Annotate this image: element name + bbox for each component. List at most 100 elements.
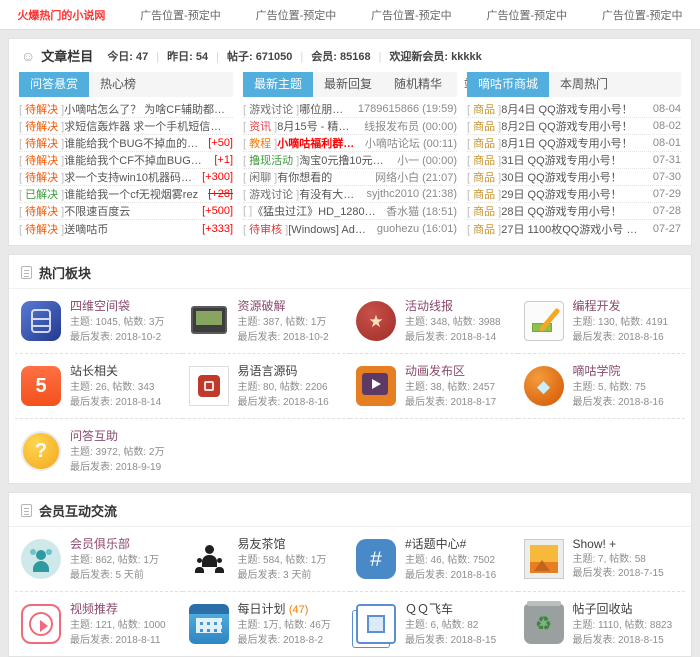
shop-item-title[interactable]: 29日 QQ游戏专用小号！ (501, 186, 645, 202)
forum-last-post[interactable]: 最后发表: 2018-8-14 (70, 396, 161, 411)
forum-title[interactable]: 易语言源码 (238, 362, 329, 379)
forum-block[interactable]: ＱＱ飞车 主题: 6, 帖数: 82 最后发表: 2018-8-15 (350, 592, 518, 656)
list-item[interactable]: 商品 28日 QQ游戏专用小号！ 07-28 (467, 203, 681, 220)
topic-title[interactable]: 《猛虫过江》HD_1280高清完整版 (252, 203, 378, 219)
qa-title[interactable]: 求短信轰炸器 求一个手机短信轰炸器 (64, 118, 229, 134)
list-item[interactable]: 商品 8月1日 QQ游戏专用小号！ 08-01 (467, 135, 681, 152)
topic-title[interactable]: 哪位朋友有短信轰炸机啊，发我用 (299, 101, 350, 117)
topic-author-time[interactable]: 1789615866 (19:59) (354, 103, 457, 115)
qa-title[interactable]: 求一个支持win10机器码解封 (64, 169, 198, 185)
forum-last-post[interactable]: 最后发表: 2018-8-16 (573, 331, 669, 346)
forum-title[interactable]: 每日计划 (47) (238, 600, 331, 617)
forum-block[interactable]: 视频推荐 主题: 121, 帖数: 1000 最后发表: 2018-8-11 (15, 592, 183, 656)
topic-author-time[interactable]: 网络小白 (21:07) (371, 169, 457, 185)
category-tag[interactable]: 撸现活动 (243, 152, 299, 168)
forum-block[interactable]: # #话题中心# 主题: 46, 帖数: 7502 最后发表: 2018-8-1… (350, 527, 518, 592)
forum-title[interactable]: 易友茶馆 (238, 535, 327, 552)
forum-title[interactable]: #话题中心# (405, 535, 496, 552)
list-item[interactable]: 待解决 求短信轰炸器 求一个手机短信轰炸器 (19, 118, 233, 135)
list-item[interactable]: 闲聊 有你想看的 网络小白 (21:07) (243, 169, 457, 186)
forum-title[interactable]: 会员俱乐部 (70, 535, 159, 552)
forum-block[interactable]: ★ 活动线报 主题: 348, 帖数: 3988 最后发表: 2018-8-14 (350, 289, 518, 354)
list-item[interactable]: 教程 小嘀咕福利群【 】2群-线 小嘀咕论坛 (00:11) (243, 135, 457, 152)
shop-item-title[interactable]: 31日 QQ游戏专用小号！ (501, 152, 645, 168)
forum-last-post[interactable]: 最后发表: 2018-7-15 (573, 567, 664, 582)
qa-title[interactable]: 不限速百度云 (64, 203, 198, 219)
tab-latest-replies[interactable]: 最新回复 (313, 72, 383, 97)
site-link[interactable]: 火爆热门的小说网 (17, 7, 105, 23)
forum-title[interactable]: ＱＱ飞车 (405, 600, 496, 617)
forum-block[interactable]: 编程开发 主题: 130, 帖数: 4191 最后发表: 2018-8-16 (518, 289, 686, 354)
list-item[interactable]: 商品 29日 QQ游戏专用小号！ 07-29 (467, 186, 681, 203)
list-item[interactable]: 已解决 谁能给我一个cf无视烟雾rez [+28] (19, 186, 233, 203)
stat-newest-member[interactable]: 欢迎新会员: kkkkk (371, 48, 482, 64)
topic-title[interactable]: 8月15号 - 精选商品包邮线报 买买 (277, 118, 356, 134)
ad-link[interactable]: 广告位置-预定中 (140, 7, 221, 23)
category-tag[interactable]: 游戏讨论 (243, 186, 299, 202)
list-item[interactable]: 待解决 不限速百度云 [+500] (19, 203, 233, 220)
list-item[interactable]: 待解决 求一个支持win10机器码解封 [+300] (19, 169, 233, 186)
list-item[interactable]: 待解决 谁能给我个CF不掉血BUG挂啊 [+1] (19, 152, 233, 169)
forum-title[interactable]: 资源破解 (238, 297, 329, 314)
topic-author-time[interactable]: 小嘀咕论坛 (00:11) (361, 135, 457, 151)
qa-title[interactable]: 小嘀咕怎么了？ 为啥CF辅助都没了？谁来解 (64, 101, 229, 117)
forum-block[interactable]: 易语言源码 主题: 80, 帖数: 2206 最后发表: 2018-8-16 (183, 354, 351, 419)
topic-title[interactable]: 淘宝0元撸10元商品不限种类 (299, 152, 389, 168)
qa-title[interactable]: 谁能给我一个cf无视烟雾rez (64, 186, 204, 202)
category-tag[interactable]: 待审核 (243, 221, 288, 237)
forum-title[interactable]: 四维空间袋 (70, 297, 164, 314)
forum-block[interactable]: ◆ 嘀咕学院 主题: 5, 帖数: 75 最后发表: 2018-8-16 (518, 354, 686, 419)
forum-title[interactable]: 编程开发 (573, 297, 669, 314)
forum-title[interactable]: 动画发布区 (405, 362, 496, 379)
list-item[interactable]: 待审核 [Windows] Adobe全家桶（PS,PR,AE guohezu … (243, 220, 457, 237)
shop-item-title[interactable]: 30日 QQ游戏专用小号！ (501, 169, 645, 185)
shop-item-title[interactable]: 8月2日 QQ游戏专用小号！ (501, 118, 645, 134)
forum-block[interactable]: ♻ 帖子回收站 主题: 1110, 帖数: 8823 最后发表: 2018-8-… (518, 592, 686, 656)
forum-title[interactable]: 嘀咕学院 (573, 362, 664, 379)
topic-title[interactable]: [Windows] Adobe全家桶（PS,PR,AE (288, 221, 369, 237)
forum-last-post[interactable]: 最后发表: 2018-10-2 (70, 331, 164, 346)
shop-item-title[interactable]: 27日 1100枚QQ游戏小号 不限量！ (501, 221, 645, 237)
forum-block[interactable]: 易友茶馆 主题: 584, 帖数: 1万 最后发表: 3 天前 (183, 527, 351, 592)
list-item[interactable]: 游戏讨论 哪位朋友有短信轰炸机啊，发我用 1789615866 (19:59) (243, 101, 457, 118)
ad-link[interactable]: 广告位置-预定中 (371, 7, 452, 23)
forum-last-post[interactable]: 最后发表: 2018-8-16 (573, 396, 664, 411)
list-item[interactable]: 待解决 谁能给我个BUG不掉血的CF挂啊 [+50] (19, 135, 233, 152)
forum-block[interactable]: 动画发布区 主题: 38, 帖数: 2457 最后发表: 2018-8-17 (350, 354, 518, 419)
list-item[interactable]: 资讯 8月15号 - 精选商品包邮线报 买买 线报发布员 (00:00) (243, 118, 457, 135)
forum-last-post[interactable]: 最后发表: 2018-8-17 (405, 396, 496, 411)
forum-title[interactable]: 问答互助 (70, 427, 164, 444)
topic-author-time[interactable]: syjthc2010 (21:38) (363, 188, 458, 200)
list-item[interactable]: 游戏讨论 有没有大神可以破解刺激战场JS压 syjthc2010 (21:38) (243, 186, 457, 203)
ad-link[interactable]: 广告位置-预定中 (486, 7, 567, 23)
topic-title[interactable]: 有没有大神可以破解刺激战场JS压 (299, 186, 358, 202)
forum-last-post[interactable]: 最后发表: 2018-8-2 (238, 634, 331, 649)
forum-block[interactable]: 每日计划 (47) 主题: 1万, 帖数: 46万 最后发表: 2018-8-2 (183, 592, 351, 656)
tab-hot-ranking[interactable]: 热心榜 (89, 72, 147, 97)
topic-title[interactable]: 小嘀咕福利群【 】2群-线 (277, 135, 357, 151)
tab-coin-shop[interactable]: 嘀咕币商城 (467, 72, 549, 97)
topic-author-time[interactable]: guohezu (16:01) (373, 223, 457, 235)
list-item[interactable]: 商品 8月4日 QQ游戏专用小号！ 08-04 (467, 101, 681, 118)
list-item[interactable]: 待解决 小嘀咕怎么了？ 为啥CF辅助都没了？谁来解 (19, 101, 233, 118)
shop-item-title[interactable]: 8月1日 QQ游戏专用小号！ (501, 135, 645, 151)
ad-link[interactable]: 广告位置-预定中 (602, 7, 683, 23)
tab-latest-topics[interactable]: 最新主题 (243, 72, 313, 97)
forum-block[interactable]: 四维空间袋 主题: 1045, 帖数: 3万 最后发表: 2018-10-2 (15, 289, 183, 354)
forum-title[interactable]: Show! + (573, 537, 664, 551)
forum-last-post[interactable]: 最后发表: 2018-8-11 (70, 634, 166, 649)
list-item[interactable]: 商品 8月2日 QQ游戏专用小号！ 08-02 (467, 118, 681, 135)
forum-block[interactable]: 资源破解 主题: 387, 帖数: 1万 最后发表: 2018-10-2 (183, 289, 351, 354)
forum-last-post[interactable]: 最后发表: 2018-9-19 (70, 461, 164, 476)
forum-last-post[interactable]: 最后发表: 2018-8-15 (405, 634, 496, 649)
ad-link[interactable]: 广告位置-预定中 (256, 7, 337, 23)
category-tag[interactable]: 教程 (243, 135, 277, 151)
topic-title[interactable]: 有你想看的 (277, 169, 367, 185)
forum-title[interactable]: 活动线报 (405, 297, 501, 314)
list-item[interactable]: 商品 27日 1100枚QQ游戏小号 不限量！ 07-27 (467, 220, 681, 237)
category-tag[interactable] (243, 205, 252, 217)
tab-random-digest[interactable]: 随机精华 (383, 72, 453, 97)
category-tag[interactable]: 游戏讨论 (243, 101, 299, 117)
tab-qa-reward[interactable]: 问答悬赏 (19, 72, 89, 97)
forum-last-post[interactable]: 最后发表: 2018-8-15 (573, 634, 673, 649)
